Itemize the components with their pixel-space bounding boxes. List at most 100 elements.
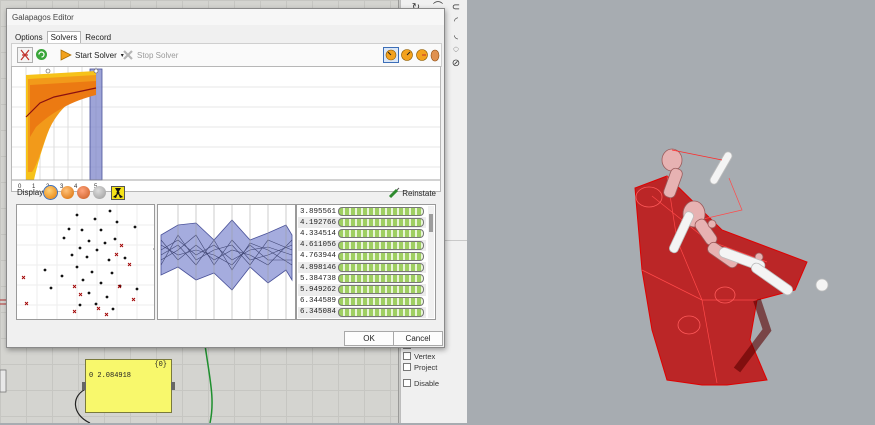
reinstate-label: Reinstate xyxy=(402,189,436,198)
cancel-button[interactable]: Cancel xyxy=(393,331,443,346)
fitness-value: 4.192766 xyxy=(298,219,338,227)
snap-disable[interactable]: Disable xyxy=(403,378,463,388)
annealing-solver-button[interactable] xyxy=(35,48,48,61)
list-item[interactable]: 5.949262 xyxy=(298,284,426,295)
list-item[interactable]: 4.611056 xyxy=(298,240,426,251)
list-item[interactable]: 4.334514 xyxy=(298,228,426,239)
display-mode-2[interactable] xyxy=(61,186,74,199)
list-item[interactable]: 4.192766 xyxy=(298,217,426,228)
snap-label: Disable xyxy=(414,379,439,388)
fitness-value: 4.611056 xyxy=(298,241,338,249)
tab-options[interactable]: Options xyxy=(11,31,47,43)
radiation-symbol xyxy=(112,187,124,199)
offset-icon[interactable]: ◌ xyxy=(450,44,462,56)
snap-label: Vertex xyxy=(414,352,435,361)
panel-row-value: 2.084918 xyxy=(97,372,131,380)
start-solver-label: Start Solver xyxy=(75,51,117,60)
join-icon[interactable]: ⊂ xyxy=(450,2,462,14)
egg-icon xyxy=(430,48,440,62)
recycle-icon xyxy=(35,48,48,61)
genetic-solver-button[interactable] xyxy=(17,47,33,63)
fitness-graph-svg: 0 1 2 3 4 5 xyxy=(12,67,440,191)
genome-list-panel[interactable]: 3.895561 4.192766 4.334514 4.611056 4.76… xyxy=(296,204,436,320)
list-item[interactable]: 4.763944 xyxy=(298,251,426,262)
genome-parallel-panel[interactable] xyxy=(157,204,296,320)
stop-icon xyxy=(122,49,134,61)
tab-record[interactable]: Record xyxy=(81,31,115,43)
gene-bar xyxy=(338,229,424,238)
panel-output-grip[interactable] xyxy=(171,382,175,390)
gauge-min-icon xyxy=(384,48,398,62)
curve-icon[interactable]: ◜ xyxy=(450,16,462,28)
gene-bar xyxy=(338,285,424,294)
gauge-max-icon xyxy=(415,48,429,62)
gauge-icon xyxy=(400,48,414,62)
panel-row: 0 2.084918 xyxy=(89,372,131,380)
display-label: Display xyxy=(17,188,43,197)
display-mode-4[interactable] xyxy=(93,186,106,199)
window-title: Galapagos Editor xyxy=(12,13,74,22)
panel-path-header: {0} xyxy=(154,361,167,369)
gene-bar xyxy=(338,263,424,272)
tab-solvers[interactable]: Solvers xyxy=(47,31,82,43)
snap-checkbox[interactable] xyxy=(403,363,411,371)
gene-bar xyxy=(338,297,424,306)
fitness-value: 6.344589 xyxy=(298,297,338,305)
list-item[interactable]: 4.898146 xyxy=(298,262,426,273)
stop-solver-button[interactable]: Stop Solver xyxy=(122,47,178,63)
similarity-scatter xyxy=(17,205,154,319)
list-item[interactable]: 5.384738 xyxy=(298,273,426,284)
list-scrollbar[interactable] xyxy=(428,206,434,318)
reinstate-button[interactable]: Reinstate xyxy=(388,187,436,199)
fitness-gauge-button[interactable] xyxy=(400,48,414,64)
solver-toolbar: Start Solver ▾ Stop Solver xyxy=(11,43,442,67)
scrollbar-thumb[interactable] xyxy=(429,214,433,232)
radiation-icon[interactable] xyxy=(111,186,125,200)
syringe-icon xyxy=(388,187,400,199)
stop-solver-label: Stop Solver xyxy=(137,51,178,60)
gene-bar xyxy=(338,308,424,317)
gh-panel-component[interactable]: {0} 0 2.084918 xyxy=(85,359,172,413)
list-item[interactable]: 3.895561 xyxy=(298,206,426,217)
display-mode-3[interactable] xyxy=(77,186,90,199)
ok-button[interactable]: OK xyxy=(344,331,394,346)
dna-icon xyxy=(18,48,32,62)
display-bar: Display Reinstate xyxy=(11,183,440,203)
snap-label: Project xyxy=(414,363,437,372)
gene-bar xyxy=(338,218,424,227)
arc-icon[interactable]: ◟ xyxy=(450,30,462,42)
fitness-value: 5.949262 xyxy=(298,286,338,294)
fitness-value: 3.895561 xyxy=(298,208,338,216)
snap-checkbox[interactable] xyxy=(403,379,411,387)
fitness-value: 6.345084 xyxy=(298,308,338,316)
panel-row-index: 0 xyxy=(89,372,93,380)
fitness-value: 5.384738 xyxy=(298,275,338,283)
fitness-value: 4.898146 xyxy=(298,264,338,272)
egg-button[interactable] xyxy=(430,48,440,64)
rhino-viewport[interactable] xyxy=(467,0,875,423)
split-icon[interactable]: ⊘ xyxy=(450,58,462,70)
snap-project[interactable]: Project xyxy=(403,362,463,372)
gene-bar xyxy=(338,207,424,216)
play-icon xyxy=(60,49,72,61)
fitness-maximize-button[interactable] xyxy=(415,48,429,64)
fitness-graph[interactable]: 0 1 2 3 4 5 xyxy=(11,66,441,192)
editor-tabs: Options Solvers Record xyxy=(11,31,115,43)
snap-checkbox[interactable] xyxy=(403,352,411,360)
gene-bar xyxy=(338,252,424,261)
fitness-value: 4.763944 xyxy=(298,252,338,260)
start-solver-button[interactable]: Start Solver ▾ xyxy=(60,47,124,63)
panel-input-grip[interactable] xyxy=(82,382,86,390)
window-titlebar[interactable]: Galapagos Editor xyxy=(7,9,444,25)
fitness-minimize-button[interactable] xyxy=(383,47,399,63)
fitness-value: 4.334514 xyxy=(298,230,338,238)
3d-model xyxy=(467,0,875,423)
gene-bar xyxy=(338,241,424,250)
galapagos-editor-window[interactable]: Galapagos Editor Options Solvers Record … xyxy=(6,8,445,348)
snap-vertex[interactable]: Vertex xyxy=(403,351,463,361)
list-item[interactable]: 6.344589 xyxy=(298,296,426,307)
similarity-map-panel[interactable] xyxy=(16,204,155,320)
list-item[interactable]: 6.345084 xyxy=(298,307,426,318)
display-mode-1[interactable] xyxy=(44,186,57,199)
parallel-coordinates xyxy=(158,205,295,319)
